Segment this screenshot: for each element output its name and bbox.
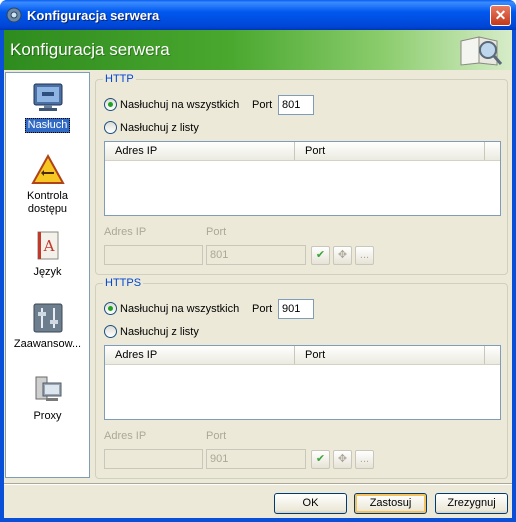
sidebar: Nasłuch Kontrola dostępu A Język Zaawans… xyxy=(5,72,90,478)
app-gear-icon xyxy=(6,7,22,23)
book-magnifier-icon xyxy=(460,36,503,66)
http-address-list[interactable]: Adres IP Port xyxy=(104,141,501,216)
https-port-input[interactable] xyxy=(278,299,314,319)
http-listen-list-label: Nasłuchuj z listy xyxy=(120,121,199,134)
http-new-port-input[interactable] xyxy=(206,245,306,265)
https-group: HTTPS Nasłuchuj na wszystkich Port Nasłu… xyxy=(95,277,508,479)
header-banner: Konfiguracja serwera xyxy=(4,30,512,70)
sidebar-item-label: Proxy xyxy=(33,410,62,422)
move-icon: ✥ xyxy=(337,453,348,465)
radio-indicator[interactable] xyxy=(104,325,117,338)
window-title: Konfiguracja serwera xyxy=(27,8,160,23)
more-icon: ... xyxy=(359,249,370,261)
sidebar-item-label: Kontrola dostępu xyxy=(27,190,68,216)
https-col-ip[interactable]: Adres IP xyxy=(105,346,295,364)
app-window: Konfiguracja serwera ✕ Konfiguracja serw… xyxy=(0,0,516,522)
http-new-port-label: Port xyxy=(206,226,227,238)
http-move-button[interactable]: ✥ xyxy=(333,246,352,265)
sidebar-item-kontrola-dostepu[interactable]: Kontrola dostępu xyxy=(6,153,89,216)
http-more-button[interactable]: ... xyxy=(355,246,374,265)
https-listen-list-radio[interactable]: Nasłuchuj z listy xyxy=(104,325,199,338)
http-col-port[interactable]: Port xyxy=(295,142,485,160)
apply-button[interactable]: Zastosuj xyxy=(354,493,427,514)
sidebar-item-nasluch[interactable]: Nasłuch xyxy=(6,81,89,133)
http-new-ip-label: Adres IP xyxy=(104,226,147,238)
checkmark-icon: ✔ xyxy=(315,453,326,465)
https-col-port[interactable]: Port xyxy=(295,346,485,364)
http-port-label: Port xyxy=(252,99,273,111)
sidebar-item-jezyk[interactable]: A Język xyxy=(6,229,89,279)
title-bar[interactable]: Konfiguracja serwera ✕ xyxy=(0,0,516,30)
https-listen-all-radio[interactable]: Nasłuchuj na wszystkich xyxy=(104,302,239,315)
http-listen-all-label: Nasłuchuj na wszystkich xyxy=(120,98,240,111)
radio-indicator[interactable] xyxy=(104,98,117,111)
sliders-icon xyxy=(33,303,62,333)
http-port-input[interactable] xyxy=(278,95,314,115)
http-confirm-button[interactable]: ✔ xyxy=(311,246,330,265)
more-icon: ... xyxy=(359,453,370,465)
monitor-icon xyxy=(33,83,62,111)
sidebar-item-label: Zaawansow... xyxy=(13,338,82,350)
https-port-label: Port xyxy=(252,303,273,315)
sidebar-item-label: Język xyxy=(33,266,62,278)
http-new-ip-input[interactable] xyxy=(104,245,203,265)
sidebar-label-line2: dostępu xyxy=(27,203,68,215)
move-icon: ✥ xyxy=(337,249,348,261)
http-group: HTTP Nasłuchuj na wszystkich Port Nasłuc… xyxy=(95,73,508,275)
cancel-button[interactable]: Zrezygnuj xyxy=(435,493,508,514)
https-confirm-button[interactable]: ✔ xyxy=(311,450,330,469)
http-listen-all-radio[interactable]: Nasłuchuj na wszystkich xyxy=(104,98,239,111)
svg-text:A: A xyxy=(42,237,54,255)
https-listen-all-label: Nasłuchuj na wszystkich xyxy=(120,302,240,315)
http-listen-list-radio[interactable]: Nasłuchuj z listy xyxy=(104,121,199,134)
https-new-port-input[interactable] xyxy=(206,449,306,469)
warning-triangle-icon xyxy=(30,153,65,184)
close-icon: ✕ xyxy=(494,7,507,23)
sidebar-label-line1: Kontrola xyxy=(27,190,68,202)
https-more-button[interactable]: ... xyxy=(355,450,374,469)
checkmark-icon: ✔ xyxy=(315,249,326,261)
ok-button[interactable]: OK xyxy=(274,493,347,514)
https-group-title: HTTPS xyxy=(103,277,144,289)
https-new-ip-input[interactable] xyxy=(104,449,203,469)
http-list-header: Adres IP Port xyxy=(105,142,500,161)
https-move-button[interactable]: ✥ xyxy=(333,450,352,469)
sidebar-item-proxy[interactable]: Proxy xyxy=(6,373,89,423)
http-group-title: HTTP xyxy=(103,73,136,85)
dialog-client: Konfiguracja serwera Nasłuch Kontrola do… xyxy=(4,30,512,518)
https-new-port-label: Port xyxy=(206,430,227,442)
computer-proxy-icon xyxy=(35,376,61,401)
footer-separator xyxy=(4,483,512,485)
banner-title: Konfiguracja serwera xyxy=(10,40,170,59)
close-button[interactable]: ✕ xyxy=(490,5,511,26)
radio-indicator[interactable] xyxy=(104,121,117,134)
sidebar-item-zaawansowane[interactable]: Zaawansow... xyxy=(6,301,89,354)
https-listen-list-label: Nasłuchuj z listy xyxy=(120,325,199,338)
https-new-ip-label: Adres IP xyxy=(104,430,147,442)
http-col-ip[interactable]: Adres IP xyxy=(105,142,295,160)
https-list-header: Adres IP Port xyxy=(105,346,500,365)
https-address-list[interactable]: Adres IP Port xyxy=(104,345,501,420)
language-book-icon: A xyxy=(37,231,58,260)
sidebar-item-label: Nasłuch xyxy=(24,118,71,133)
radio-indicator[interactable] xyxy=(104,302,117,315)
